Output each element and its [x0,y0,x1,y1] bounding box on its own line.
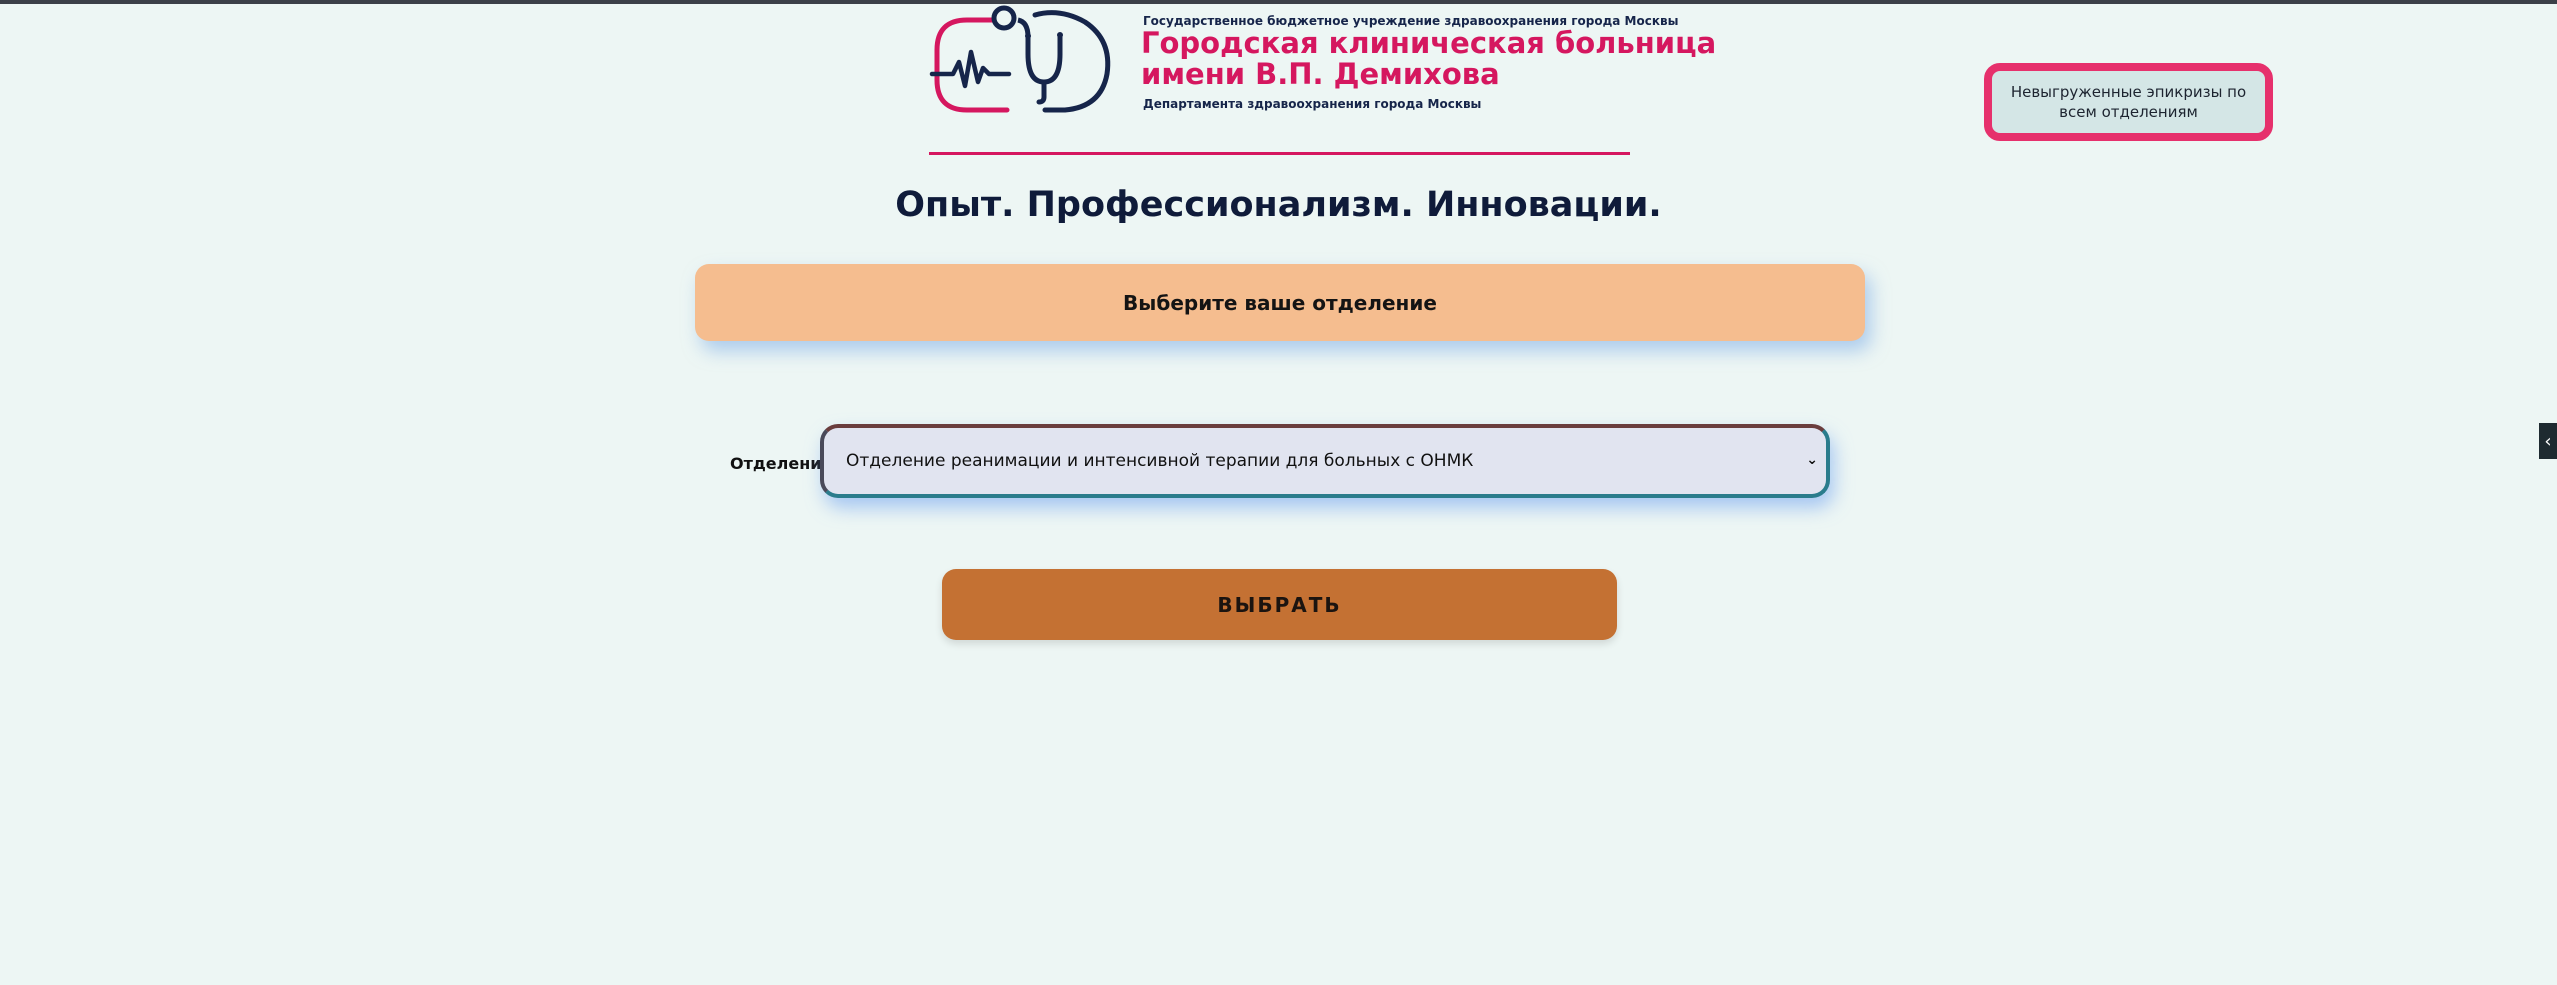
org-name-line1: Городская клиническая больница [1141,26,1717,60]
unloaded-epicrises-button[interactable]: Невыгруженные эпикризы по всем отделения… [1984,63,2273,141]
stethoscope-heartbeat-icon [929,5,1111,113]
org-name-line2: имени В.П. Демихова [1141,57,1500,91]
hospital-header: Государственное бюджетное учреждение здр… [925,2,1716,117]
select-button[interactable]: ВЫБРАТЬ [942,569,1617,640]
unloaded-epicrises-label: Невыгруженные эпикризы по всем отделения… [2010,83,2247,121]
org-name: Городская клиническая больница имени В.П… [1141,28,1716,90]
header-divider [929,152,1630,155]
select-button-label: ВЫБРАТЬ [1217,592,1342,617]
department-selected-value: Отделение реанимации и интенсивной терап… [846,451,1474,471]
panel-title-text: Выберите ваше отделение [1123,290,1437,315]
org-bottom-text: Департамента здравоохранения города Моск… [1143,97,1482,111]
select-department-heading: Выберите ваше отделение [695,264,1865,341]
department-select[interactable]: Отделение реанимации и интенсивной терап… [820,424,1830,498]
page-slogan: Опыт. Профессионализм. Инновации. [895,185,1662,225]
chevron-left-icon: ‹ [2544,430,2552,452]
chevron-down-icon: ⌄ [1806,452,1818,468]
side-panel-toggle[interactable]: ‹ [2539,423,2557,459]
